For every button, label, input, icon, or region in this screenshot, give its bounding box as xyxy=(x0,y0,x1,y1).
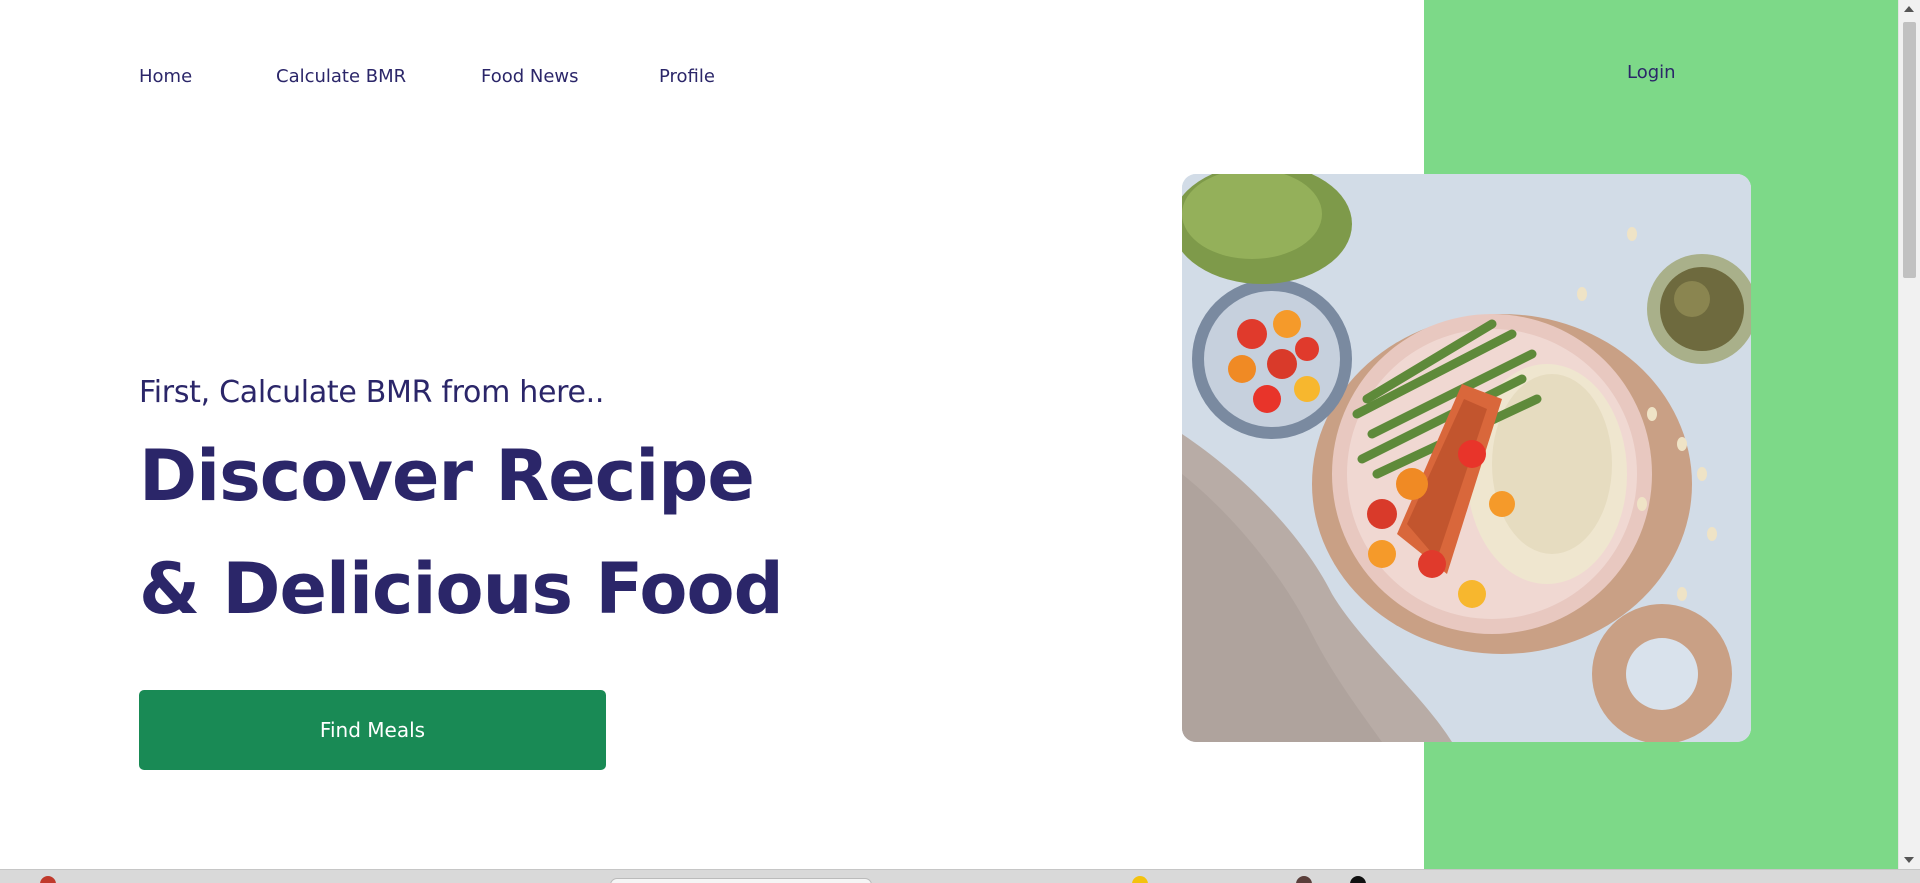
taskbar xyxy=(0,869,1920,883)
taskbar-app-icon[interactable] xyxy=(40,876,56,883)
taskbar-search-icon[interactable] xyxy=(610,878,872,883)
scroll-up-icon[interactable] xyxy=(1904,6,1914,12)
hero-subtitle: First, Calculate BMR from here.. xyxy=(139,375,605,410)
page: Home Calculate BMR Food News Profile Log… xyxy=(0,0,1920,883)
scroll-thumb[interactable] xyxy=(1903,22,1916,278)
taskbar-app-icon[interactable] xyxy=(1350,876,1366,883)
scroll-down-icon[interactable] xyxy=(1904,857,1914,863)
nav-home-link[interactable]: Home xyxy=(139,66,192,87)
taskbar-app-icon[interactable] xyxy=(1296,876,1312,883)
food-plate-image xyxy=(1182,174,1751,742)
taskbar-app-icon[interactable] xyxy=(1132,876,1148,883)
food-illustration xyxy=(1182,174,1751,742)
nav-food-news-link[interactable]: Food News xyxy=(481,66,579,87)
hero-headline-line2: & Delicious Food xyxy=(139,548,784,630)
vertical-scrollbar[interactable] xyxy=(1898,0,1920,869)
find-meals-button[interactable]: Find Meals xyxy=(139,690,606,770)
hero-headline-line1: Discover Recipe xyxy=(139,435,755,517)
nav-calculate-bmr-link[interactable]: Calculate BMR xyxy=(276,66,406,87)
nav-profile-link[interactable]: Profile xyxy=(659,66,715,87)
login-link[interactable]: Login xyxy=(1627,62,1676,83)
